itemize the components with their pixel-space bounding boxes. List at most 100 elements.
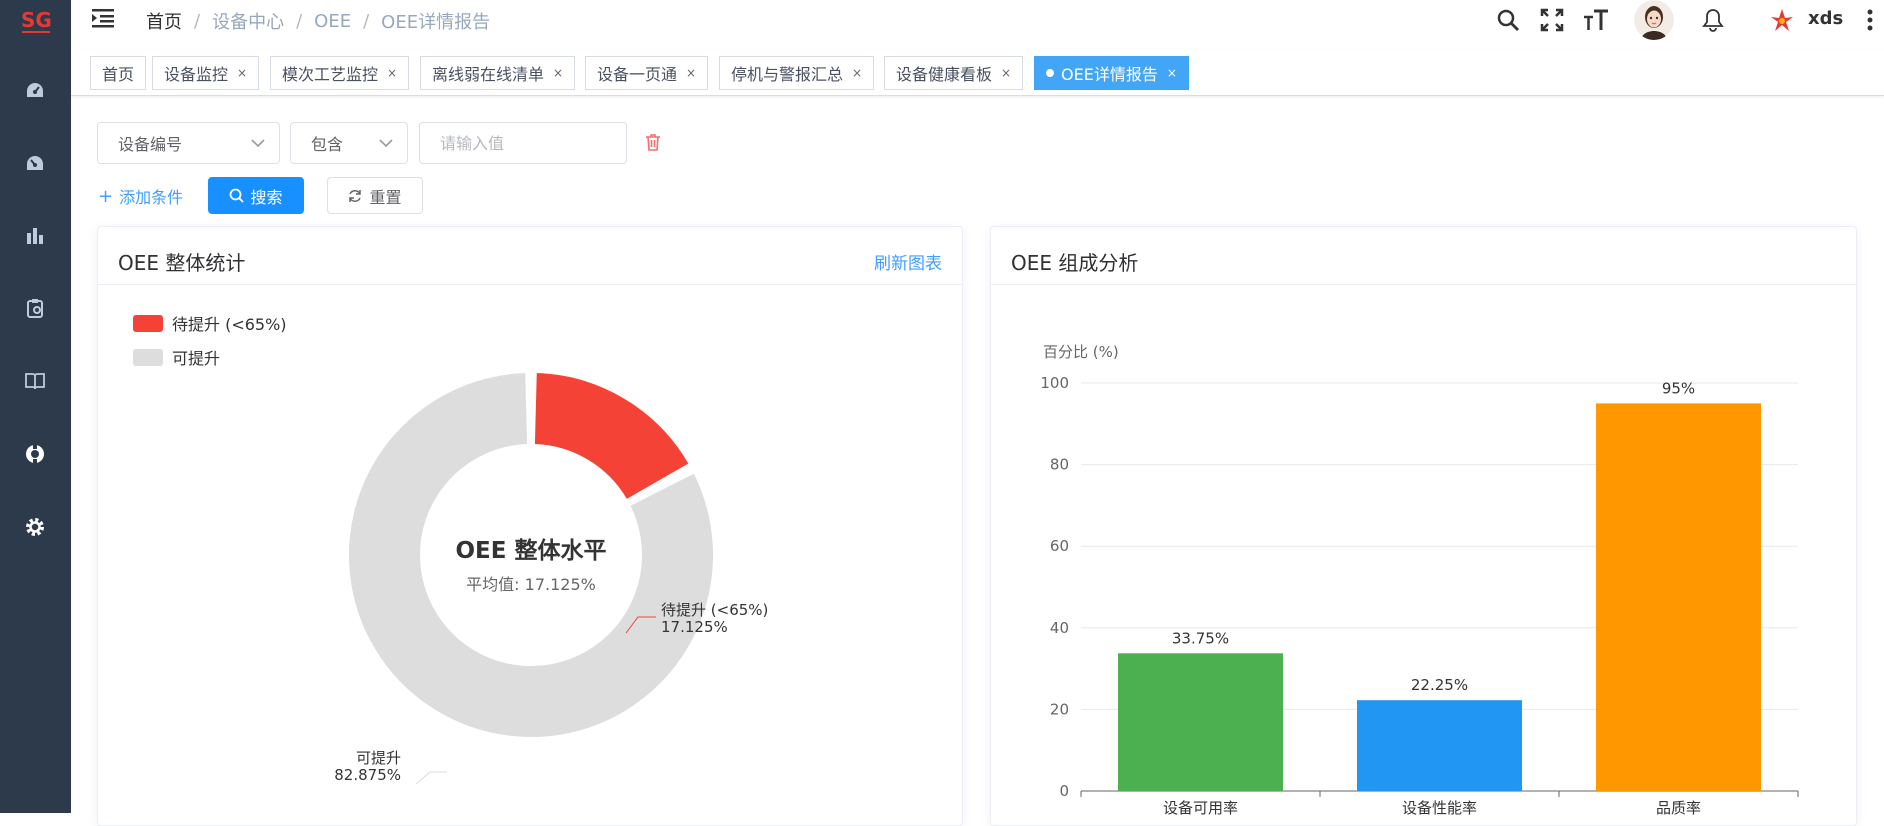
search-icon[interactable] (1494, 6, 1522, 34)
search-icon (230, 188, 245, 203)
breadcrumb-current: OEE详情报告 (381, 12, 491, 33)
y-tick-label: 60 (1050, 537, 1069, 555)
refresh-chart-link[interactable]: 刷新图表 (874, 249, 942, 274)
tag-close-icon[interactable]: × (852, 66, 862, 80)
tag-label: OEE详情报告 (1061, 65, 1158, 84)
refresh-icon (349, 189, 362, 202)
more-vertical-icon[interactable] (1856, 6, 1884, 34)
y-tick-label: 100 (1040, 374, 1069, 392)
tag-mold-process-monitor[interactable]: 模次工艺监控 × (270, 56, 410, 90)
x-category-label: 设备性能率 (1402, 799, 1477, 817)
search-button[interactable]: 搜索 (208, 177, 304, 214)
reset-button[interactable]: 重置 (327, 177, 423, 214)
y-tick-label: 0 (1059, 782, 1069, 800)
y-tick-label: 40 (1050, 619, 1069, 637)
tag-downtime-alarm-summary[interactable]: 停机与警报汇总 × (719, 56, 875, 90)
breadcrumb-separator: / (363, 10, 370, 32)
field-select-value: 设备编号 (118, 135, 183, 154)
search-button-label: 搜索 (250, 187, 283, 207)
bar-value-label: 95% (1662, 379, 1695, 397)
operator-select-value: 包含 (311, 135, 344, 154)
tag-close-icon[interactable]: × (686, 66, 696, 80)
tag-oee-detail-report[interactable]: OEE详情报告 × (1034, 56, 1189, 90)
slice-label-name: 可提升 (356, 749, 401, 767)
card-header: OEE 整体统计 刷新图表 (98, 227, 962, 285)
card-title: OEE 整体统计 (118, 251, 246, 275)
breadcrumb-item[interactable]: OEE (314, 11, 351, 32)
bar-chart: 百分比 (%) 0 20 40 60 80 100 33.75% 设备可用率 22.25% 设备… (1040, 343, 1799, 817)
donut-slice[interactable] (532, 371, 691, 502)
breadcrumb-item[interactable]: 设备中心 (212, 8, 284, 34)
tag-close-icon[interactable]: × (387, 66, 397, 80)
y-axis-label: 百分比 (%) (1043, 343, 1119, 361)
tag-close-icon[interactable]: × (1167, 66, 1177, 80)
donut-chart: 待提升 (<65%) 17.125% 可提升 82.875% OEE 整体水平 … (334, 371, 768, 785)
x-category-label: 品质率 (1656, 799, 1701, 817)
font-size-icon[interactable] (1582, 6, 1610, 34)
user-avatar[interactable] (1634, 0, 1674, 40)
x-category-label: 设备可用率 (1163, 799, 1238, 817)
brand-flower-icon (1768, 6, 1796, 34)
chevron-down-icon (379, 139, 393, 148)
field-select[interactable]: 设备编号 (97, 122, 280, 164)
slice-label-value: 82.875% (334, 766, 401, 784)
add-condition-link[interactable]: + 添加条件 (98, 184, 183, 208)
tag-equipment-one-page[interactable]: 设备一页通 × (585, 56, 709, 90)
tag-close-icon[interactable]: × (1001, 66, 1011, 80)
slice-label-value: 17.125% (661, 618, 728, 636)
book-icon[interactable] (23, 369, 47, 393)
tag-label: 首页 (102, 65, 135, 84)
donut-center-title: OEE 整体水平 (456, 537, 607, 564)
user-name[interactable]: xds (1808, 8, 1843, 29)
card-title: OEE 组成分析 (1011, 251, 1139, 275)
clipboard-icon[interactable] (23, 296, 47, 320)
bar[interactable] (1357, 700, 1522, 791)
breadcrumb-separator: / (194, 10, 201, 32)
tag-close-icon[interactable]: × (553, 66, 563, 80)
value-input[interactable] (419, 122, 627, 164)
delete-condition-icon[interactable] (645, 133, 661, 151)
leader-line (415, 771, 447, 785)
breadcrumb-separator: / (296, 10, 303, 32)
notification-bell-icon[interactable] (1699, 6, 1727, 34)
donut-center-subtitle: 平均值: 17.125% (466, 575, 596, 594)
top-navbar: 首页 / 设备中心 / OEE / OEE详情报告 (71, 0, 1884, 40)
dashboard-icon[interactable] (23, 78, 47, 102)
breadcrumb: 首页 / 设备中心 / OEE / OEE详情报告 (146, 8, 490, 34)
add-condition-label: 添加条件 (119, 188, 184, 207)
app-logo[interactable]: SG (20, 6, 52, 36)
bar-chart-icon[interactable] (23, 223, 47, 247)
reset-button-label: 重置 (369, 187, 402, 207)
bar[interactable] (1596, 403, 1761, 791)
tag-label: 停机与警报汇总 (731, 65, 844, 84)
oee-composition-card: OEE 组成分析 百分比 (%) 0 20 40 60 80 100 33.75% 设备可用… (990, 226, 1857, 826)
y-tick-label: 80 (1050, 456, 1069, 474)
gauge-icon[interactable] (23, 151, 47, 175)
support-icon[interactable] (23, 442, 47, 466)
tag-label: 设备监控 (164, 65, 229, 84)
tag-label: 模次工艺监控 (282, 65, 379, 84)
fullscreen-icon[interactable] (1538, 6, 1566, 34)
tag-label: 离线弱在线清单 (432, 65, 545, 84)
plus-icon: + (98, 185, 114, 207)
tag-equipment-health-board[interactable]: 设备健康看板 × (884, 56, 1024, 90)
settings-gear-icon[interactable] (23, 515, 47, 539)
chevron-down-icon (251, 139, 265, 148)
slice-label-name: 待提升 (<65%) (661, 601, 768, 619)
tag-close-icon[interactable]: × (237, 66, 247, 80)
operator-select[interactable]: 包含 (290, 122, 408, 164)
tag-label: 设备一页通 (597, 65, 678, 84)
tag-offline-list[interactable]: 离线弱在线清单 × (420, 56, 576, 90)
y-tick-label: 20 (1050, 700, 1069, 718)
card-header: OEE 组成分析 (991, 227, 1856, 285)
menu-toggle-icon[interactable] (91, 7, 115, 29)
svg-text:SG: SG (21, 8, 52, 32)
tag-equipment-monitor[interactable]: 设备监控 × (152, 56, 260, 90)
bar-value-label: 33.75% (1172, 629, 1229, 647)
breadcrumb-home[interactable]: 首页 (146, 8, 182, 34)
bar[interactable] (1118, 653, 1283, 791)
tag-home[interactable]: 首页 (90, 56, 147, 90)
tag-label: 设备健康看板 (896, 65, 993, 84)
sidebar: SG (0, 0, 71, 813)
bar-value-label: 22.25% (1411, 676, 1468, 694)
